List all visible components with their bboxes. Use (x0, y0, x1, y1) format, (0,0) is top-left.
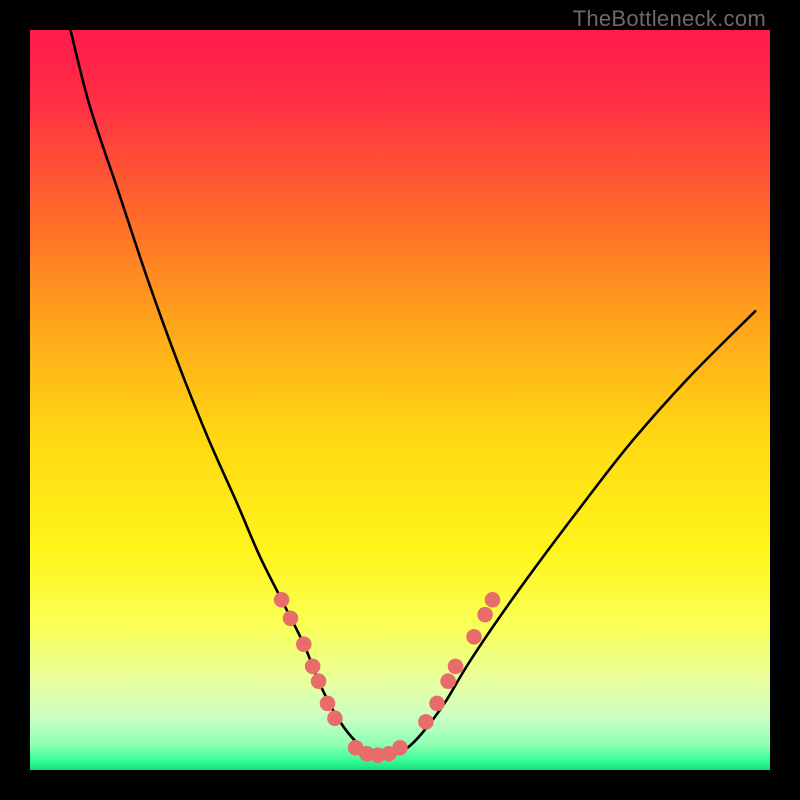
curve-marker (418, 714, 434, 730)
curve-marker (311, 673, 327, 689)
curve-marker (296, 636, 312, 652)
bottleneck-curve (67, 30, 755, 756)
plot-area (30, 30, 770, 770)
curve-layer (30, 30, 770, 770)
curve-marker (448, 659, 464, 675)
curve-marker (440, 673, 456, 689)
curve-marker (320, 696, 336, 712)
watermark-text: TheBottleneck.com (573, 6, 766, 32)
curve-marker (477, 607, 493, 623)
curve-marker (392, 740, 408, 756)
curve-markers (274, 592, 500, 763)
curve-marker (274, 592, 290, 608)
chart-frame: TheBottleneck.com (0, 0, 800, 800)
curve-marker (283, 611, 299, 627)
curve-marker (327, 710, 343, 726)
curve-marker (485, 592, 501, 608)
curve-marker (305, 659, 321, 675)
curve-marker (429, 696, 445, 712)
curve-marker (466, 629, 482, 645)
